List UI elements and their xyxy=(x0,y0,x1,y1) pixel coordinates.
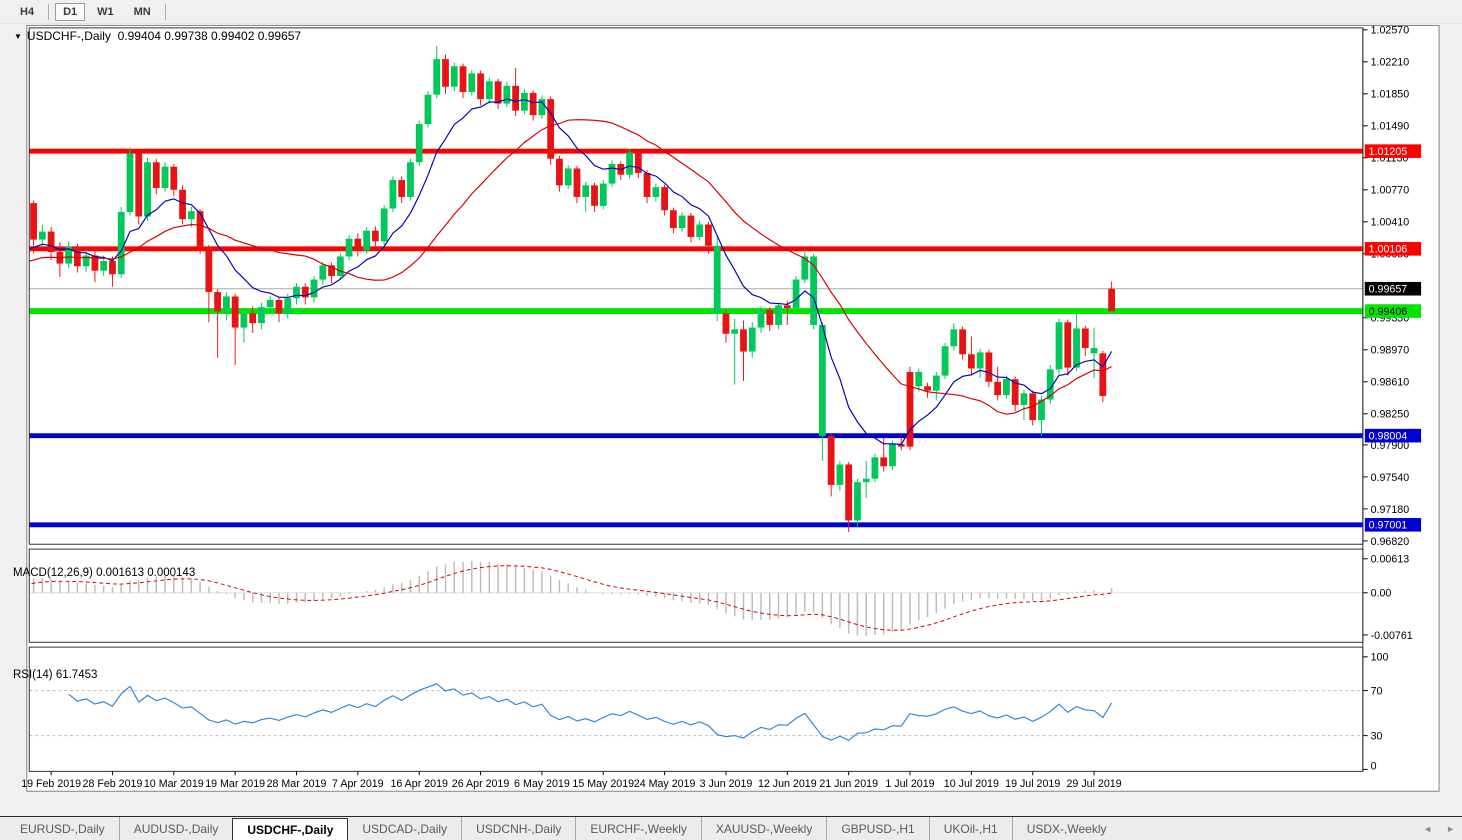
tab-scroll-right-icon[interactable]: ► xyxy=(1439,817,1462,840)
svg-text:0.97540: 0.97540 xyxy=(1371,472,1410,484)
svg-text:0.98250: 0.98250 xyxy=(1371,409,1410,421)
svg-text:70: 70 xyxy=(1371,685,1383,697)
toolbar-separator xyxy=(48,4,49,20)
trading-platform-window: { "toolbar":{ "timeframes":[ {"label":"H… xyxy=(0,0,1462,840)
svg-text:0.97180: 0.97180 xyxy=(1371,504,1410,516)
svg-text:29 Jul 2019: 29 Jul 2019 xyxy=(1067,778,1122,790)
tab-eurchf-weekly[interactable]: EURCHF-,Weekly xyxy=(575,817,700,840)
chart-ohlc-values: 0.99404 0.99738 0.99402 0.99657 xyxy=(118,29,302,43)
svg-text:19 Feb 2019: 19 Feb 2019 xyxy=(21,778,81,790)
svg-text:28 Mar 2019: 28 Mar 2019 xyxy=(267,778,327,790)
svg-text:-0.00761: -0.00761 xyxy=(1371,630,1413,642)
svg-text:3 Jun 2019: 3 Jun 2019 xyxy=(700,778,753,790)
svg-text:1.01490: 1.01490 xyxy=(1371,121,1410,133)
svg-text:1.00770: 1.00770 xyxy=(1371,185,1410,197)
timeframe-button-w1[interactable]: W1 xyxy=(89,3,122,21)
tab-usdcad-daily[interactable]: USDCAD-,Daily xyxy=(348,817,461,840)
svg-text:10 Mar 2019: 10 Mar 2019 xyxy=(144,778,204,790)
svg-text:15 May 2019: 15 May 2019 xyxy=(572,778,634,790)
svg-text:0.98970: 0.98970 xyxy=(1371,345,1410,357)
svg-text:0.98004: 0.98004 xyxy=(1369,431,1408,443)
svg-text:0.98610: 0.98610 xyxy=(1371,377,1410,389)
svg-text:100: 100 xyxy=(1371,652,1389,664)
tab-eurusd-daily[interactable]: EURUSD-,Daily xyxy=(6,817,119,840)
symbol-dropdown-icon[interactable]: ▼ xyxy=(14,32,22,41)
svg-text:0: 0 xyxy=(1371,760,1377,772)
timeframe-button-mn[interactable]: MN xyxy=(126,3,159,21)
svg-text:0.96820: 0.96820 xyxy=(1371,536,1410,548)
tab-usdchf-daily[interactable]: USDCHF-,Daily xyxy=(232,818,348,840)
svg-text:0.99406: 0.99406 xyxy=(1369,306,1408,318)
tab-usdx-weekly[interactable]: USDX-,Weekly xyxy=(1012,817,1121,840)
svg-text:19 Jul 2019: 19 Jul 2019 xyxy=(1005,778,1060,790)
svg-text:1.00410: 1.00410 xyxy=(1371,217,1410,229)
tab-audusd-daily[interactable]: AUDUSD-,Daily xyxy=(119,817,233,840)
chart-base xyxy=(27,25,1439,791)
svg-text:1.02570: 1.02570 xyxy=(1371,25,1410,37)
tab-xauusd-weekly[interactable]: XAUUSD-,Weekly xyxy=(701,817,826,840)
svg-text:7 Apr 2019: 7 Apr 2019 xyxy=(332,778,384,790)
chart-title-bar: ▼ USDCHF-,Daily 0.99404 0.99738 0.99402 0… xyxy=(14,29,301,43)
svg-text:30: 30 xyxy=(1371,731,1383,743)
tab-bar-spacer xyxy=(1121,817,1417,840)
chart-canvas[interactable]: 1.025701.022101.018501.014901.011301.007… xyxy=(0,24,1462,816)
svg-text:0.97001: 0.97001 xyxy=(1369,520,1408,532)
svg-text:1 Jul 2019: 1 Jul 2019 xyxy=(885,778,934,790)
chart-symbol-label: USDCHF-,Daily xyxy=(27,29,111,43)
timeframe-button-d1[interactable]: D1 xyxy=(55,3,85,21)
svg-text:16 Apr 2019: 16 Apr 2019 xyxy=(390,778,448,790)
toolbar-separator xyxy=(165,4,166,20)
svg-text:6 May 2019: 6 May 2019 xyxy=(514,778,570,790)
timeframe-button-h4[interactable]: H4 xyxy=(12,3,42,21)
svg-text:19 Mar 2019: 19 Mar 2019 xyxy=(205,778,265,790)
timeframe-toolbar: H4 D1 W1 MN xyxy=(0,0,1462,24)
svg-text:28 Feb 2019: 28 Feb 2019 xyxy=(83,778,143,790)
svg-text:1.02210: 1.02210 xyxy=(1371,57,1410,69)
svg-text:1.01850: 1.01850 xyxy=(1371,89,1410,101)
svg-text:26 Apr 2019: 26 Apr 2019 xyxy=(452,778,510,790)
svg-text:0.99657: 0.99657 xyxy=(1369,284,1408,296)
svg-text:0.00613: 0.00613 xyxy=(1371,554,1410,566)
tab-scroll-left-icon[interactable]: ◄ xyxy=(1416,817,1439,840)
svg-text:24 May 2019: 24 May 2019 xyxy=(634,778,696,790)
svg-text:1.00106: 1.00106 xyxy=(1369,244,1408,256)
svg-text:21 Jun 2019: 21 Jun 2019 xyxy=(819,778,878,790)
svg-text:10 Jul 2019: 10 Jul 2019 xyxy=(944,778,999,790)
tab-usdcnh-daily[interactable]: USDCNH-,Daily xyxy=(461,817,575,840)
tab-ukoil-h1[interactable]: UKOil-,H1 xyxy=(929,817,1012,840)
svg-text:12 Jun 2019: 12 Jun 2019 xyxy=(758,778,817,790)
macd-indicator-label: MACD(12,26,9) 0.001613 0.000143 xyxy=(13,567,195,579)
symbol-tab-bar: EURUSD-,Daily AUDUSD-,Daily USDCHF-,Dail… xyxy=(0,816,1462,840)
svg-text:0.00: 0.00 xyxy=(1371,588,1392,600)
tab-gbpusd-h1[interactable]: GBPUSD-,H1 xyxy=(826,817,928,840)
chart-window: 1.025701.022101.018501.014901.011301.007… xyxy=(0,24,1462,816)
svg-text:1.01205: 1.01205 xyxy=(1369,146,1408,158)
rsi-indicator-label: RSI(14) 61.7453 xyxy=(13,669,97,681)
